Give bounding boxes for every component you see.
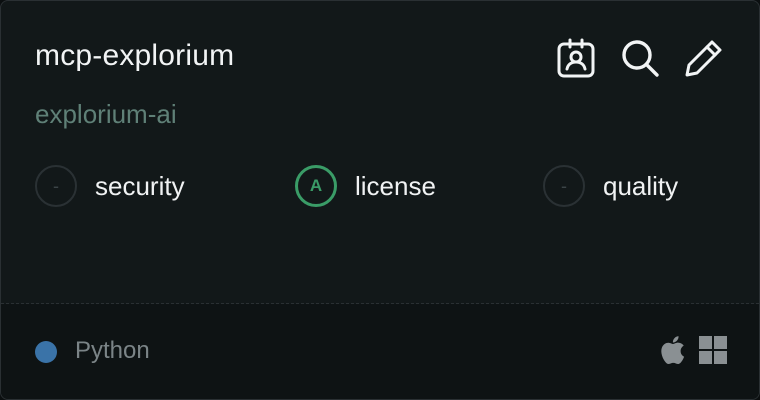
score-security[interactable]: - security bbox=[35, 165, 185, 207]
language-color-dot bbox=[35, 341, 57, 363]
score-label: license bbox=[355, 170, 436, 201]
score-quality[interactable]: - quality bbox=[543, 165, 678, 207]
score-label: security bbox=[95, 170, 185, 201]
id-badge-icon[interactable] bbox=[555, 37, 597, 79]
score-badge: - bbox=[35, 165, 77, 207]
score-row: - security A license - quality bbox=[35, 165, 735, 213]
server-owner[interactable]: explorium-ai bbox=[35, 99, 177, 130]
score-badge: - bbox=[543, 165, 585, 207]
search-icon[interactable] bbox=[619, 37, 661, 79]
pencil-icon[interactable] bbox=[683, 37, 725, 79]
server-card[interactable]: mcp-explorium explorium-ai - security A … bbox=[0, 0, 760, 400]
score-license[interactable]: A license bbox=[295, 165, 436, 207]
platform-icons bbox=[659, 335, 727, 365]
card-footer: Python bbox=[1, 304, 759, 399]
server-name[interactable]: mcp-explorium bbox=[35, 39, 234, 73]
card-actions bbox=[555, 37, 725, 79]
score-label: quality bbox=[603, 170, 679, 201]
windows-icon bbox=[699, 336, 727, 364]
apple-icon bbox=[661, 336, 685, 365]
language-label: Python bbox=[75, 337, 150, 364]
score-badge: A bbox=[295, 165, 337, 207]
